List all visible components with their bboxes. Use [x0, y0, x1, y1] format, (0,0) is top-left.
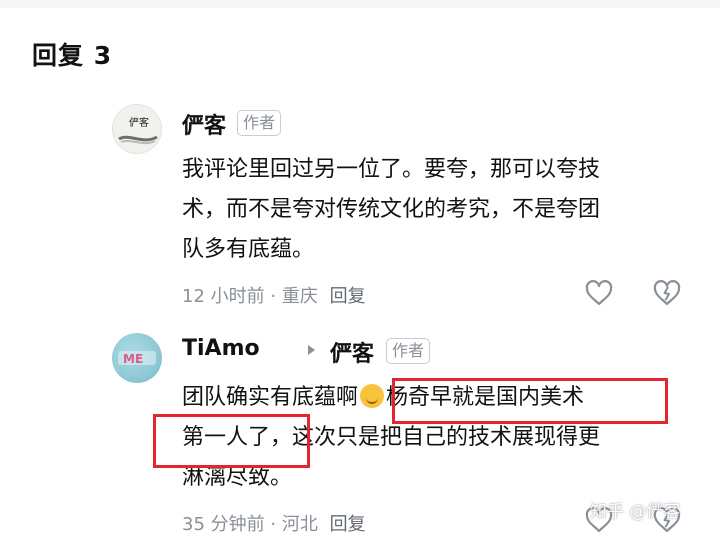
smile-emoji-icon	[360, 384, 385, 408]
reply-button[interactable]: 回复	[330, 514, 366, 535]
reply-to-author[interactable]: 俨客	[330, 336, 374, 368]
meta-separator: ·	[270, 514, 282, 535]
meta-separator: ·	[270, 286, 282, 307]
comment-text: 团队确实有底蕴啊	[182, 385, 359, 410]
reply-button[interactable]: 回复	[330, 286, 366, 307]
replies-heading: 回复 3	[32, 41, 113, 70]
avatar-image-icon: ME	[118, 351, 156, 366]
comment-meta: 12 小时前 · 重庆 回复	[182, 282, 366, 308]
author-badge: 作者	[237, 110, 282, 136]
avatar[interactable]: 俨客	[112, 104, 162, 154]
broken-heart-icon[interactable]	[652, 278, 682, 308]
avatar[interactable]: ME	[112, 333, 162, 383]
comment-text: 第一人了，	[182, 425, 293, 450]
watermark: 知乎 @俨客	[590, 502, 681, 522]
comment-body: 团队确实有底蕴啊 杨奇早就是国内美术 第一人了，这次只是把自己的技术展现得更 淋漓…	[182, 378, 600, 498]
avatar-text: 俨客	[129, 116, 149, 129]
comment-location: 重庆	[281, 286, 318, 307]
comment-line: 我评论里回过另一位了。要夸，那可以夸技	[182, 157, 601, 182]
avatar-text: ME	[123, 352, 143, 366]
comment-line: 团队确实有底蕴啊 杨奇早就是国内美术	[182, 378, 600, 418]
comment-author[interactable]: 俨客	[182, 108, 226, 140]
comment-location: 河北	[281, 514, 318, 535]
comment-text: 这次只是把自己的技术展现得更	[292, 425, 601, 450]
comment-line: 第一人了，这次只是把自己的技术展现得更	[182, 418, 600, 458]
arrow-right-icon	[308, 345, 315, 355]
comment-time: 12 小时前	[182, 286, 265, 307]
comment-text: 杨奇早就是国内美术	[386, 385, 585, 410]
comment-meta: 35 分钟前 · 河北 回复	[182, 510, 366, 536]
ink-avatar-icon: 俨客	[118, 116, 158, 145]
top-strip	[0, 0, 720, 8]
comment-body: 我评论里回过另一位了。要夸，那可以夸技 术，而不是夸对传统文化的考究，不是夸团 …	[182, 150, 600, 270]
comment-line: 术，而不是夸对传统文化的考究，不是夸团	[182, 197, 601, 222]
comment-author[interactable]: TiAmo	[182, 336, 260, 361]
comment-line: 淋漓尽致。	[182, 465, 293, 490]
heart-icon[interactable]	[584, 278, 614, 308]
comment-line: 队多有底蕴。	[182, 237, 315, 262]
comment-time: 35 分钟前	[182, 514, 265, 535]
author-badge: 作者	[386, 338, 431, 364]
